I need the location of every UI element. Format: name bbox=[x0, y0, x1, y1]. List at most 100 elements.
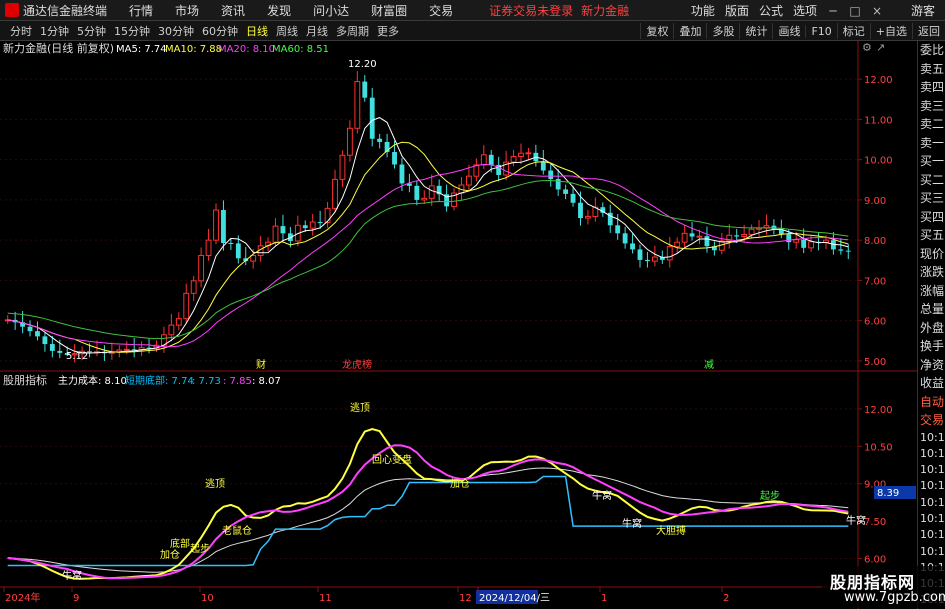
minimize-icon[interactable]: ─ bbox=[827, 4, 839, 18]
chart-area[interactable]: 新力金融(日线 前复权) MA5: 7.74 MA10: 7.88 MA20: … bbox=[0, 41, 917, 609]
tab-weekly[interactable]: 周线 bbox=[272, 23, 302, 39]
quote-label[interactable]: 买五 bbox=[918, 226, 945, 245]
menu-item-discover[interactable]: 发现 bbox=[267, 2, 291, 19]
tab-15min[interactable]: 15分钟 bbox=[110, 23, 154, 39]
signal-label: 大胆搏 bbox=[656, 524, 686, 537]
date-label: 2024/12/04/三 bbox=[479, 593, 550, 604]
login-warning[interactable]: 证券交易未登录 bbox=[489, 2, 573, 19]
menu-item-market[interactable]: 行情 bbox=[129, 2, 153, 19]
event-marker-lhb[interactable]: 龙虎榜 bbox=[342, 358, 372, 371]
menu-layout[interactable]: 版面 bbox=[725, 2, 749, 19]
app-title: 通达信金融终端 bbox=[23, 3, 108, 18]
quote-label[interactable]: 买三 bbox=[918, 189, 945, 208]
candle-body-up bbox=[585, 215, 591, 219]
event-marker-reduce[interactable]: 减 bbox=[704, 359, 714, 371]
candle-body-up bbox=[525, 152, 532, 155]
maximize-icon[interactable]: □ bbox=[849, 4, 861, 18]
signal-label: 底部 bbox=[170, 537, 190, 550]
candle-body-down bbox=[578, 202, 583, 219]
adjust-button[interactable]: 复权 bbox=[640, 23, 673, 39]
menu-formula[interactable]: 公式 bbox=[759, 2, 783, 19]
short-bottom-line bbox=[7, 475, 849, 567]
quote-label[interactable]: 涨幅 bbox=[918, 282, 945, 301]
panel-gear-icon[interactable]: ⚙ bbox=[862, 41, 872, 54]
menu-item-markets[interactable]: 市场 bbox=[175, 2, 199, 19]
candle-body-up bbox=[123, 348, 130, 351]
quote-label[interactable]: 买四 bbox=[918, 208, 945, 227]
price-tick-label: 6.00 bbox=[864, 317, 886, 328]
guest-user[interactable]: 游客 bbox=[911, 2, 935, 19]
tick-time: 10:14 bbox=[920, 446, 945, 460]
indicator-name: 股朋指标 bbox=[3, 373, 47, 387]
date-label: 11 bbox=[319, 593, 332, 604]
quote-label[interactable]: 买一 bbox=[918, 152, 945, 171]
quote-label[interactable]: 卖二 bbox=[918, 115, 945, 134]
back-button[interactable]: 返回 bbox=[912, 23, 945, 39]
indicator-tick-label: 7.50 bbox=[864, 517, 886, 528]
quote-label[interactable]: 卖一 bbox=[918, 134, 945, 153]
quote-label[interactable]: 换手 bbox=[918, 337, 945, 356]
menu-item-ask[interactable]: 问小达 bbox=[313, 2, 349, 19]
tab-30min[interactable]: 30分钟 bbox=[154, 23, 198, 39]
quote-label[interactable]: 涨跌 bbox=[918, 263, 945, 282]
quote-label[interactable]: 卖五 bbox=[918, 60, 945, 79]
menu-item-trade[interactable]: 交易 bbox=[429, 2, 453, 19]
overlay-button[interactable]: 叠加 bbox=[673, 23, 706, 39]
trade-label[interactable]: 交易 bbox=[918, 411, 945, 430]
candle-body-down bbox=[228, 242, 234, 244]
quote-label[interactable]: 收益 bbox=[918, 374, 945, 393]
candle-body-down bbox=[704, 236, 710, 247]
tab-intraday[interactable]: 分时 bbox=[6, 23, 36, 39]
tick-time: 10:14 bbox=[920, 495, 945, 509]
date-label: 1 bbox=[601, 593, 607, 604]
multi-stock-button[interactable]: 多股 bbox=[706, 23, 739, 39]
candle-body-down bbox=[27, 326, 33, 332]
menu-options[interactable]: 选项 bbox=[793, 2, 817, 19]
indicator-tick-label: 6.00 bbox=[864, 555, 886, 566]
signal-label: 起步 bbox=[760, 490, 780, 502]
menu-function[interactable]: 功能 bbox=[691, 2, 715, 19]
quote-label[interactable]: 卖四 bbox=[918, 78, 945, 97]
tab-1min[interactable]: 1分钟 bbox=[36, 23, 73, 39]
quote-label[interactable]: 买二 bbox=[918, 171, 945, 190]
tab-daily[interactable]: 日线 bbox=[242, 23, 272, 39]
panel-arrow-icon[interactable]: ↗ bbox=[876, 41, 885, 54]
add-watchlist-button[interactable]: +自选 bbox=[869, 23, 912, 39]
event-marker-finance[interactable]: 财 bbox=[256, 358, 266, 371]
draw-line-button[interactable]: 画线 bbox=[772, 23, 805, 39]
tab-monthly[interactable]: 月线 bbox=[302, 23, 332, 39]
candle-body-down bbox=[548, 170, 554, 179]
tab-more[interactable]: 更多 bbox=[373, 23, 403, 39]
menu-bar: 通达信金融终端 行情 市场 资讯 发现 问小达 财富圈 交易 证券交易未登录 新… bbox=[0, 0, 945, 21]
candle-body-down bbox=[57, 350, 63, 353]
quote-label[interactable]: 现价 bbox=[918, 245, 945, 264]
stats-button[interactable]: 统计 bbox=[739, 23, 772, 39]
mark-button[interactable]: 标记 bbox=[836, 23, 870, 39]
signal-label: 加仓 bbox=[450, 477, 470, 490]
tab-5min[interactable]: 5分钟 bbox=[73, 23, 110, 39]
indicator-tick-label: 12.00 bbox=[864, 405, 893, 416]
close-icon[interactable]: × bbox=[871, 4, 883, 18]
tab-60min[interactable]: 60分钟 bbox=[198, 23, 242, 39]
date-label: 9 bbox=[73, 593, 79, 604]
signal-label: 牛窝 bbox=[62, 569, 82, 582]
menu-item-wealth[interactable]: 财富圈 bbox=[371, 2, 407, 19]
menu-item-news[interactable]: 资讯 bbox=[221, 2, 245, 19]
quote-label[interactable]: 卖三 bbox=[918, 97, 945, 116]
candle-body-down bbox=[399, 164, 405, 184]
tick-time: 10:14 bbox=[920, 544, 945, 558]
tab-multi-period[interactable]: 多周期 bbox=[332, 23, 373, 39]
quote-label[interactable]: 净资 bbox=[918, 356, 945, 375]
trade-label[interactable]: 自动 bbox=[918, 393, 945, 412]
f10-button[interactable]: F10 bbox=[805, 24, 836, 38]
quote-label[interactable]: 总量 bbox=[918, 300, 945, 319]
stock-name-link[interactable]: 新力金融 bbox=[581, 2, 629, 19]
price-tick-label: 12.00 bbox=[864, 75, 893, 86]
indicator-lines bbox=[7, 427, 849, 580]
quote-label[interactable]: 委比 bbox=[918, 41, 945, 60]
quote-label[interactable]: 外盘 bbox=[918, 319, 945, 338]
stock-title: 新力金融(日线 前复权) bbox=[3, 41, 114, 55]
ma20-line bbox=[7, 163, 849, 348]
ma60-legend: MA60: 8.51 bbox=[272, 44, 329, 55]
date-label: 2 bbox=[723, 593, 729, 604]
